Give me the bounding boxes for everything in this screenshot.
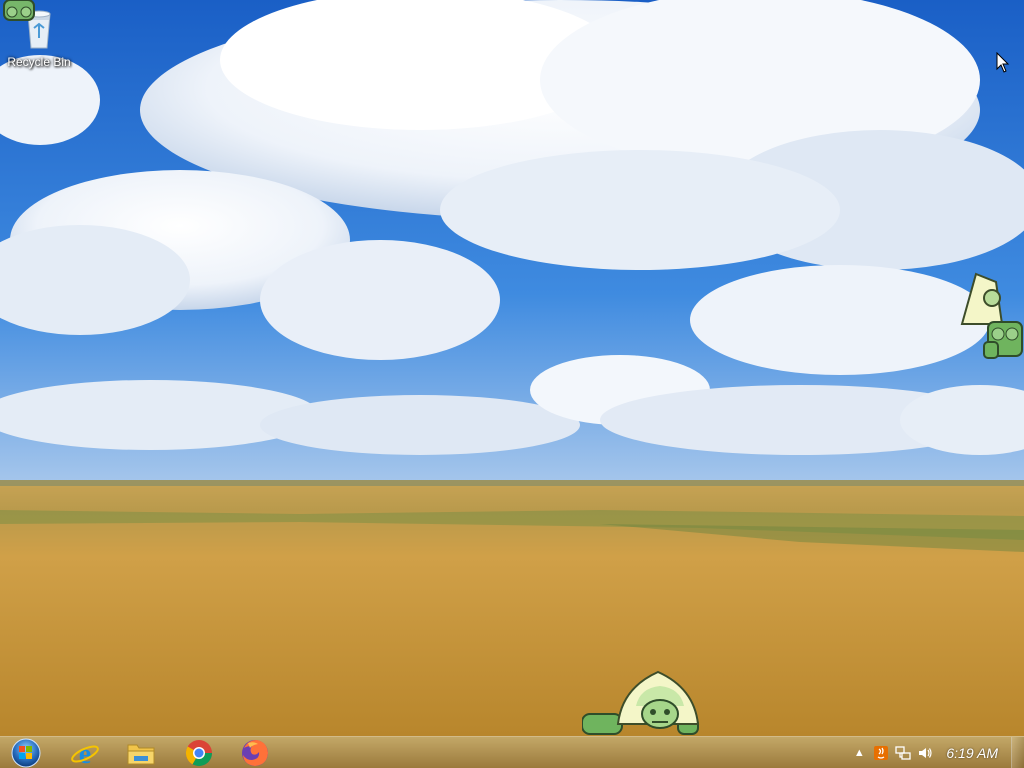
volume-icon [919,747,932,758]
firefox-icon [242,739,268,766]
folder-icon [127,744,155,764]
taskbar-internet-explorer[interactable]: e [62,737,108,768]
show-desktop-button[interactable] [1011,737,1024,768]
desktop-background: Recycle Bin [0,0,1024,736]
internet-explorer-icon: e [71,739,99,767]
show-hidden-icons-button[interactable]: ▲ [848,742,870,764]
taskbar-clock[interactable]: 6:19 AM [946,745,998,761]
windows-start-orb-icon [11,738,41,767]
sky-wallpaper [0,0,1024,490]
wheat-field-wallpaper [0,480,1024,736]
chevron-up-icon: ▲ [853,746,865,759]
java-update-icon [874,745,889,760]
taskbar-firefox[interactable] [232,737,278,768]
taskbar-file-explorer[interactable] [118,737,164,768]
desktop-icon-label: Recycle Bin [7,55,71,69]
network-icon [895,745,912,760]
system-tray: ▲ 6:19 AM [848,737,1004,768]
mouse-cursor-icon [996,52,1010,73]
peridot-sticker-bottom [582,670,700,735]
java-update-tray-item[interactable] [870,742,892,764]
chrome-icon [185,739,213,766]
taskbar: e ▲ 6:19 AM [0,736,1024,768]
network-tray-item[interactable] [892,742,914,764]
svg-text:e: e [79,739,91,767]
volume-tray-item[interactable] [914,742,936,764]
taskbar-chrome[interactable] [176,737,222,768]
start-button[interactable] [4,737,48,768]
peridot-sticker-top-left [3,0,35,21]
peridot-sticker-right [960,272,1023,359]
